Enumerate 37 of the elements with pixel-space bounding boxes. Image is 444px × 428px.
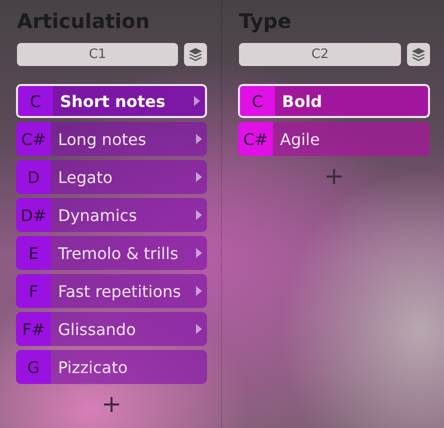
- list-item[interactable]: C Short notes: [16, 84, 207, 118]
- list-item[interactable]: E Tremolo & trills: [16, 236, 207, 270]
- key-label: F#: [16, 312, 51, 346]
- list-item[interactable]: D Legato: [16, 160, 207, 194]
- item-label: Legato: [57, 168, 114, 186]
- item-label: Dynamics: [57, 206, 138, 224]
- item-label: Bold: [281, 92, 324, 110]
- key-label: C#: [16, 122, 51, 156]
- item-label: Fast repetitions: [57, 282, 182, 300]
- channel-field[interactable]: C1: [17, 43, 178, 66]
- list-item[interactable]: F Fast repetitions: [16, 274, 207, 308]
- key-label: D#: [16, 198, 51, 232]
- item-label: Pizzicato: [57, 358, 129, 376]
- list-item[interactable]: C# Agile: [238, 122, 430, 156]
- item-label: Glissando: [57, 320, 137, 338]
- list-item[interactable]: C Bold: [238, 84, 430, 118]
- list-item[interactable]: F# Glissando: [16, 312, 207, 346]
- key-label: E: [16, 236, 51, 270]
- list-item[interactable]: C# Long notes: [16, 122, 207, 156]
- add-button[interactable]: +: [97, 392, 126, 416]
- channel-field[interactable]: C2: [239, 43, 401, 66]
- layers-button[interactable]: [407, 43, 430, 66]
- layers-icon: [411, 47, 426, 62]
- key-label: C#: [238, 122, 273, 156]
- key-label: F: [16, 274, 51, 308]
- item-label: Agile: [279, 130, 321, 148]
- item-label: Short notes: [59, 92, 166, 110]
- list-item[interactable]: D# Dynamics: [16, 198, 207, 232]
- key-label: G: [16, 350, 51, 384]
- key-label: C: [18, 86, 53, 116]
- item-label: Long notes: [57, 130, 148, 148]
- list-item[interactable]: G Pizzicato: [16, 350, 207, 384]
- layers-icon: [188, 47, 203, 62]
- layers-button[interactable]: [184, 43, 207, 66]
- key-label: C: [240, 86, 275, 116]
- item-label: Tremolo & trills: [57, 244, 180, 262]
- key-label: D: [16, 160, 51, 194]
